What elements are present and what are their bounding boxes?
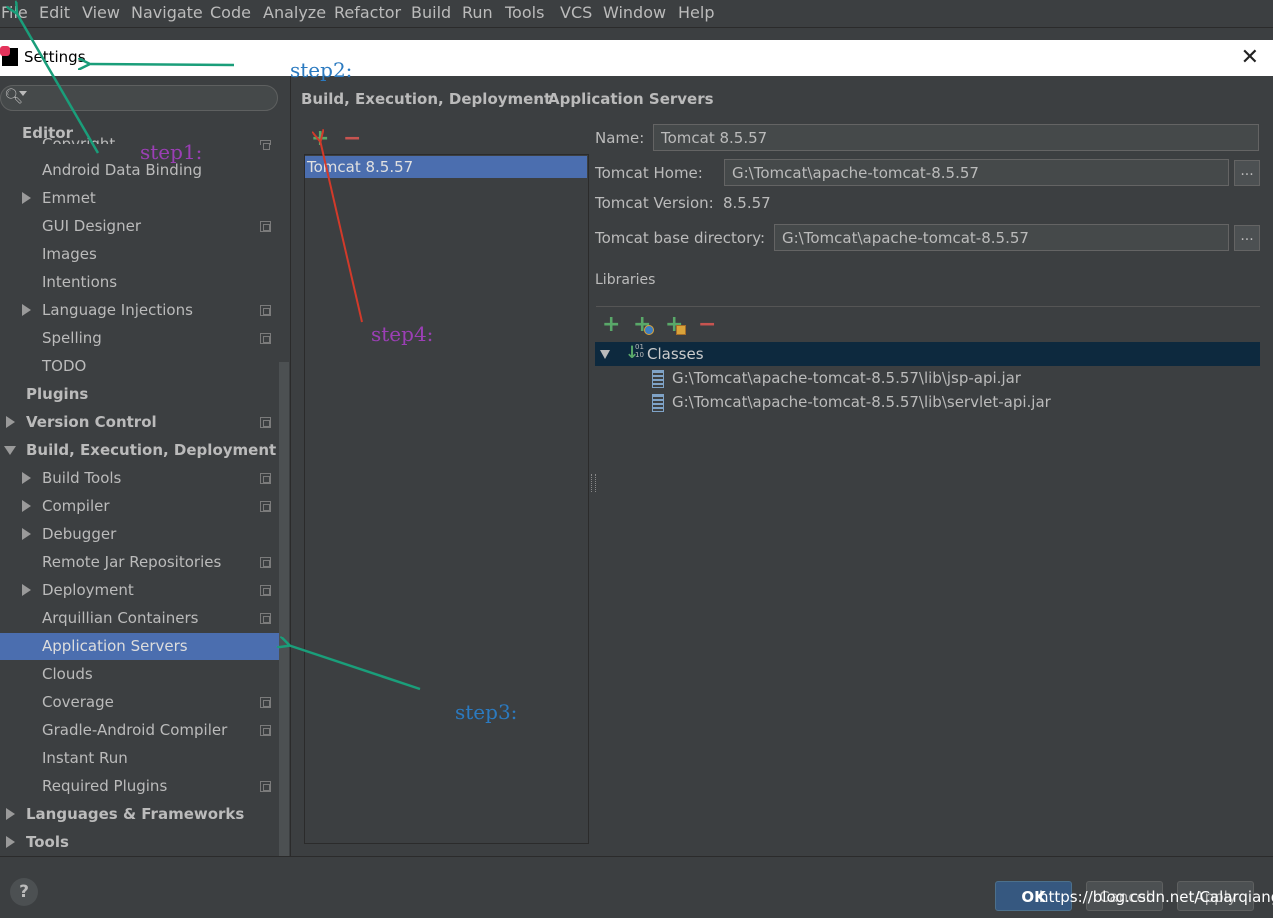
step2-annotation: step2: [290, 58, 353, 82]
step4-arrow [320, 140, 363, 323]
annotation-arrows [0, 0, 421, 691]
step1-annotation: step1: [140, 140, 203, 164]
step4-annotation: step4: [371, 322, 434, 346]
step3-arrow [288, 645, 421, 691]
step3-annotation: step3: [455, 700, 518, 724]
step1-arrow [16, 12, 100, 154]
step2-arrow [88, 64, 235, 65]
